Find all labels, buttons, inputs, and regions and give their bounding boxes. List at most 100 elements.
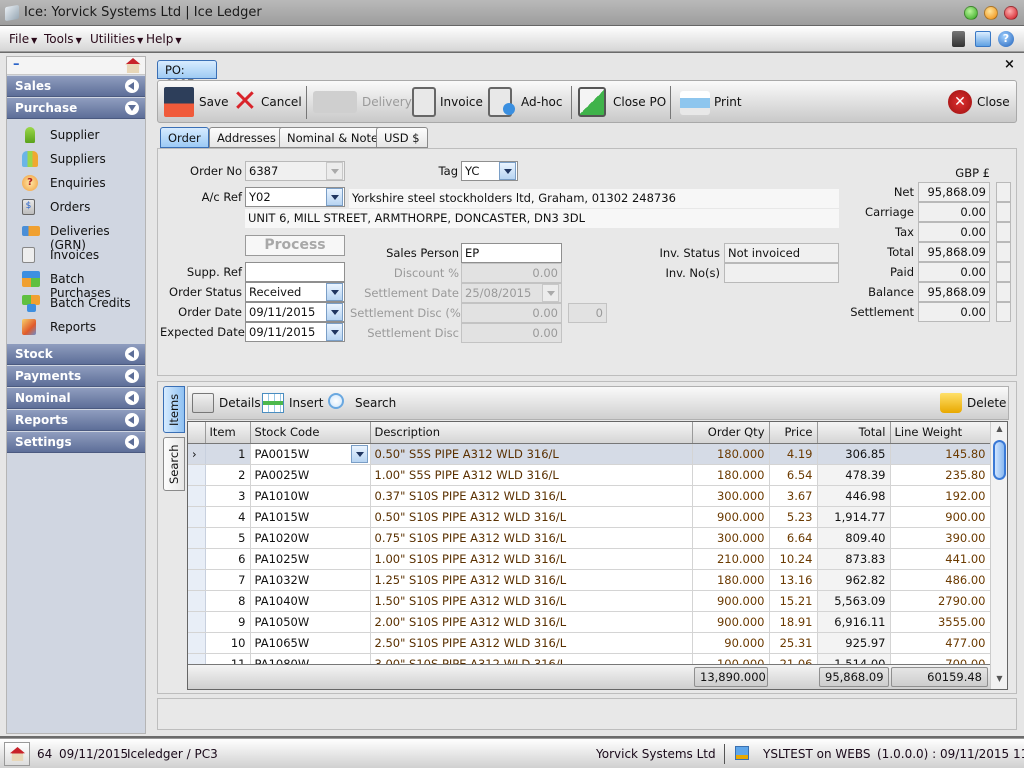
cell-description[interactable]: 0.50" S10S PIPE A312 WLD 316/L	[370, 506, 693, 528]
cell-price[interactable]: 6.54	[769, 464, 818, 486]
cell-description[interactable]: 1.00" S5S PIPE A312 WLD 316/L	[370, 464, 693, 486]
cell-order-qty[interactable]: 900.000	[692, 506, 770, 528]
row-selector[interactable]	[188, 611, 206, 633]
cell-line-weight[interactable]: 2790.00	[890, 590, 991, 612]
order-no-dropdown[interactable]	[326, 162, 343, 180]
cell-item[interactable]: 9	[205, 611, 251, 633]
tab-usd[interactable]: USD $	[376, 127, 428, 148]
row-selector[interactable]	[188, 590, 206, 612]
calendar-icon[interactable]	[975, 31, 991, 47]
cell-description[interactable]: 0.50" S5S PIPE A312 WLD 316/L	[370, 443, 693, 465]
cell-item[interactable]: 3	[205, 485, 251, 507]
cell-order-qty[interactable]: 300.000	[692, 527, 770, 549]
cancel-button[interactable]: ✕ Cancel	[230, 81, 302, 124]
stock-code-value[interactable]: PA0015W	[255, 447, 310, 461]
close-button[interactable]: ✕ Close	[948, 81, 1012, 124]
sidebar-item-batch-credits[interactable]: Batch Credits	[7, 291, 145, 315]
column-header-total[interactable]: Total	[817, 422, 891, 444]
cell-price[interactable]: 3.67	[769, 485, 818, 507]
cell-item[interactable]: 10	[205, 632, 251, 654]
search-button[interactable]: Search	[328, 387, 396, 419]
table-row[interactable]: 4 PA1015W 0.50" S10S PIPE A312 WLD 316/L 90…	[188, 506, 991, 528]
cell-order-qty[interactable]: 300.000	[692, 485, 770, 507]
close-window-button[interactable]	[1004, 6, 1018, 20]
row-selector[interactable]	[188, 569, 206, 591]
cell-item[interactable]: 4	[205, 506, 251, 528]
cell-total[interactable]: 6,916.11	[817, 611, 891, 633]
cell-stock-code[interactable]: PA1010W	[250, 485, 371, 507]
cell-total[interactable]: 873.83	[817, 548, 891, 570]
row-selector[interactable]: ›	[188, 443, 206, 465]
column-header-description[interactable]: Description	[370, 422, 693, 444]
row-selector[interactable]	[188, 485, 206, 507]
sidebar-item-deliveries[interactable]: Deliveries (GRN)	[7, 219, 145, 252]
tab-addresses[interactable]: Addresses	[209, 127, 284, 148]
cell-price[interactable]: 4.19	[769, 443, 818, 465]
cell-description[interactable]: 0.75" S10S PIPE A312 WLD 316/L	[370, 527, 693, 549]
close-po-button[interactable]: Close PO	[578, 81, 666, 124]
collapse-sidebar-button[interactable]: –	[13, 57, 20, 72]
insert-button[interactable]: Insert	[262, 387, 324, 419]
cell-stock-code[interactable]: PA1050W	[250, 611, 371, 633]
stock-code-dropdown[interactable]	[350, 444, 368, 463]
scroll-thumb[interactable]	[993, 440, 1006, 480]
table-row[interactable]: 6 PA1025W 1.00" S10S PIPE A312 WLD 316/L 21…	[188, 548, 991, 570]
minimize-button[interactable]	[964, 6, 978, 20]
menu-help[interactable]: Help ▼	[146, 32, 182, 46]
cell-description[interactable]: 1.25" S10S PIPE A312 WLD 316/L	[370, 569, 693, 591]
cell-order-qty[interactable]: 180.000	[692, 443, 770, 465]
table-row[interactable]: 10 PA1065W 2.50" S10S PIPE A312 WLD 316/L 9…	[188, 632, 991, 654]
cell-line-weight[interactable]: 235.80	[890, 464, 991, 486]
cell-line-weight[interactable]: 486.00	[890, 569, 991, 591]
column-header-line-weight[interactable]: Line Weight	[890, 422, 991, 444]
cell-stock-code[interactable]: PA1020W	[250, 527, 371, 549]
sidebar-group-sales[interactable]: Sales	[7, 76, 145, 97]
sidebar-item-reports[interactable]: Reports	[7, 315, 145, 339]
grid-vertical-scrollbar[interactable]: ▲ ▼	[990, 422, 1007, 689]
sidebar-item-batch-purchases[interactable]: Batch Purchases	[7, 267, 145, 300]
table-row[interactable]: 5 PA1020W 0.75" S10S PIPE A312 WLD 316/L 30…	[188, 527, 991, 549]
cell-order-qty[interactable]: 180.000	[692, 569, 770, 591]
cell-total[interactable]: 306.85	[817, 443, 891, 465]
cell-stock-code[interactable]: PA1032W	[250, 569, 371, 591]
cell-description[interactable]: 2.00" S10S PIPE A312 WLD 316/L	[370, 611, 693, 633]
home-icon[interactable]	[125, 58, 141, 73]
row-selector[interactable]	[188, 506, 206, 528]
cell-price[interactable]: 18.91	[769, 611, 818, 633]
sidebar-group-stock[interactable]: Stock	[7, 344, 145, 365]
order-status-dropdown[interactable]	[326, 283, 343, 301]
row-selector[interactable]	[188, 527, 206, 549]
calculator-icon[interactable]	[952, 31, 965, 47]
cell-price[interactable]: 25.31	[769, 632, 818, 654]
cell-price[interactable]: 5.23	[769, 506, 818, 528]
tab-order[interactable]: Order	[160, 127, 209, 148]
sidebar-group-nominal[interactable]: Nominal	[7, 388, 145, 409]
process-button[interactable]: Process	[245, 235, 345, 256]
cell-price[interactable]: 15.21	[769, 590, 818, 612]
cell-item[interactable]: 2	[205, 464, 251, 486]
sidebar-group-reports[interactable]: Reports	[7, 410, 145, 431]
table-row[interactable]: 7 PA1032W 1.25" S10S PIPE A312 WLD 316/L 18…	[188, 569, 991, 591]
cell-description[interactable]: 1.50" S10S PIPE A312 WLD 316/L	[370, 590, 693, 612]
adhoc-button[interactable]: Ad-hoc	[488, 81, 566, 124]
delete-button[interactable]: Delete	[940, 387, 1006, 419]
cell-order-qty[interactable]: 90.000	[692, 632, 770, 654]
print-button[interactable]: Print	[678, 81, 744, 124]
menu-file[interactable]: File ▼	[9, 32, 37, 46]
cell-item[interactable]: 5	[205, 527, 251, 549]
delivery-button[interactable]: Delivery	[313, 81, 412, 124]
row-selector[interactable]	[188, 464, 206, 486]
cell-line-weight[interactable]: 145.80	[890, 443, 991, 465]
cell-total[interactable]: 962.82	[817, 569, 891, 591]
cell-total[interactable]: 925.97	[817, 632, 891, 654]
menu-tools[interactable]: Tools ▼	[44, 32, 82, 46]
vtab-items[interactable]: Items	[163, 386, 185, 433]
cell-stock-code[interactable]: PA1015W	[250, 506, 371, 528]
cell-price[interactable]: 6.64	[769, 527, 818, 549]
table-row[interactable]: 2 PA0025W 1.00" S5S PIPE A312 WLD 316/L 180…	[188, 464, 991, 486]
table-row[interactable]: › 1 PA0015W 0.50" S5S PIPE A312 WLD 316/L 18…	[188, 443, 991, 465]
cell-total[interactable]: 809.40	[817, 527, 891, 549]
cell-line-weight[interactable]: 441.00	[890, 548, 991, 570]
cell-line-weight[interactable]: 477.00	[890, 632, 991, 654]
sales-person-input[interactable]: EP	[461, 243, 562, 263]
